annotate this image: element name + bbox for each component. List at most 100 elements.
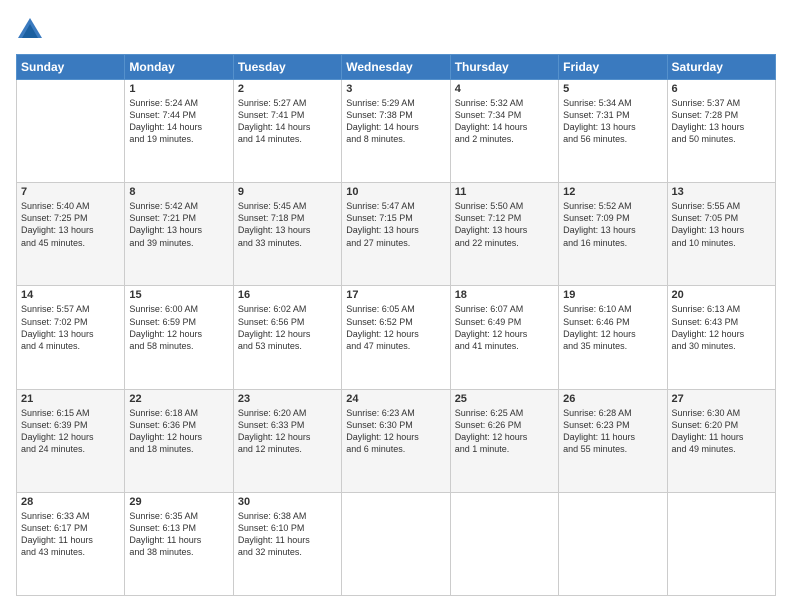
cell-info: Sunrise: 6:23 AMSunset: 6:30 PMDaylight:… — [346, 407, 445, 456]
cell-info: Sunrise: 6:18 AMSunset: 6:36 PMDaylight:… — [129, 407, 228, 456]
day-number: 10 — [346, 186, 445, 198]
calendar-cell: 4 Sunrise: 5:32 AMSunset: 7:34 PMDaylight… — [450, 80, 558, 183]
calendar-table: SundayMondayTuesdayWednesdayThursdayFrid… — [16, 54, 776, 596]
day-number: 11 — [455, 186, 554, 198]
calendar-cell: 30 Sunrise: 6:38 AMSunset: 6:10 PMDayligh… — [233, 492, 341, 595]
calendar-cell — [342, 492, 450, 595]
calendar-cell: 29 Sunrise: 6:35 AMSunset: 6:13 PMDayligh… — [125, 492, 233, 595]
calendar-cell: 10Sunrise: 5:47 AMSunset: 7:15 PMDayligh… — [342, 183, 450, 286]
calendar-cell: 12Sunrise: 5:52 AMSunset: 7:09 PMDayligh… — [559, 183, 667, 286]
day-number: 22 — [129, 393, 228, 405]
day-number: 3 — [346, 83, 445, 95]
week-row-5: 28 Sunrise: 6:33 AMSunset: 6:17 PMDayligh… — [17, 492, 776, 595]
calendar-cell: 3 Sunrise: 5:29 AMSunset: 7:38 PMDaylight… — [342, 80, 450, 183]
cell-info: Sunrise: 5:24 AMSunset: 7:44 PMDaylight:… — [129, 97, 228, 146]
calendar-cell: 20 Sunrise: 6:13 AMSunset: 6:43 PMDayligh… — [667, 286, 775, 389]
calendar-cell: 22 Sunrise: 6:18 AMSunset: 6:36 PMDayligh… — [125, 389, 233, 492]
cell-info: Sunrise: 5:57 AMSunset: 7:02 PMDaylight:… — [21, 303, 120, 352]
day-number: 16 — [238, 289, 337, 301]
day-number: 7 — [21, 186, 120, 198]
day-number: 26 — [563, 393, 662, 405]
cell-info: Sunrise: 6:13 AMSunset: 6:43 PMDaylight:… — [672, 303, 771, 352]
week-row-1: 1 Sunrise: 5:24 AMSunset: 7:44 PMDaylight… — [17, 80, 776, 183]
col-header-monday: Monday — [125, 55, 233, 80]
calendar-cell: 2Sunrise: 5:27 AMSunset: 7:41 PMDaylight… — [233, 80, 341, 183]
day-number: 18 — [455, 289, 554, 301]
calendar-cell: 18 Sunrise: 6:07 AMSunset: 6:49 PMDayligh… — [450, 286, 558, 389]
cell-info: Sunrise: 6:30 AMSunset: 6:20 PMDaylight:… — [672, 407, 771, 456]
cell-info: Sunrise: 6:25 AMSunset: 6:26 PMDaylight:… — [455, 407, 554, 456]
cell-info: Sunrise: 5:34 AMSunset: 7:31 PMDaylight:… — [563, 97, 662, 146]
calendar-cell — [17, 80, 125, 183]
day-number: 29 — [129, 496, 228, 508]
page: SundayMondayTuesdayWednesdayThursdayFrid… — [0, 0, 792, 612]
header — [16, 16, 776, 44]
col-header-tuesday: Tuesday — [233, 55, 341, 80]
day-number: 9 — [238, 186, 337, 198]
day-number: 28 — [21, 496, 120, 508]
calendar-cell: 23 Sunrise: 6:20 AMSunset: 6:33 PMDayligh… — [233, 389, 341, 492]
day-number: 27 — [672, 393, 771, 405]
day-number: 5 — [563, 83, 662, 95]
cell-info: Sunrise: 5:55 AMSunset: 7:05 PMDaylight:… — [672, 200, 771, 249]
logo — [16, 16, 48, 44]
calendar-cell: 13 Sunrise: 5:55 AMSunset: 7:05 PMDayligh… — [667, 183, 775, 286]
calendar-cell: 15 Sunrise: 6:00 AMSunset: 6:59 PMDayligh… — [125, 286, 233, 389]
cell-info: Sunrise: 6:07 AMSunset: 6:49 PMDaylight:… — [455, 303, 554, 352]
cell-info: Sunrise: 6:28 AMSunset: 6:23 PMDaylight:… — [563, 407, 662, 456]
calendar-cell: 24 Sunrise: 6:23 AMSunset: 6:30 PMDayligh… — [342, 389, 450, 492]
cell-info: Sunrise: 5:45 AMSunset: 7:18 PMDaylight:… — [238, 200, 337, 249]
day-number: 4 — [455, 83, 554, 95]
cell-info: Sunrise: 5:40 AMSunset: 7:25 PMDaylight:… — [21, 200, 120, 249]
calendar-cell: 11 Sunrise: 5:50 AMSunset: 7:12 PMDayligh… — [450, 183, 558, 286]
cell-info: Sunrise: 6:35 AMSunset: 6:13 PMDaylight:… — [129, 510, 228, 559]
calendar-cell: 6 Sunrise: 5:37 AMSunset: 7:28 PMDaylight… — [667, 80, 775, 183]
cell-info: Sunrise: 5:50 AMSunset: 7:12 PMDaylight:… — [455, 200, 554, 249]
col-header-saturday: Saturday — [667, 55, 775, 80]
cell-info: Sunrise: 5:32 AMSunset: 7:34 PMDaylight:… — [455, 97, 554, 146]
col-header-thursday: Thursday — [450, 55, 558, 80]
calendar-cell: 14Sunrise: 5:57 AMSunset: 7:02 PMDayligh… — [17, 286, 125, 389]
day-number: 6 — [672, 83, 771, 95]
logo-icon — [16, 16, 44, 44]
day-number: 13 — [672, 186, 771, 198]
calendar-cell: 5 Sunrise: 5:34 AMSunset: 7:31 PMDaylight… — [559, 80, 667, 183]
calendar-cell: 25Sunrise: 6:25 AMSunset: 6:26 PMDayligh… — [450, 389, 558, 492]
cell-info: Sunrise: 6:20 AMSunset: 6:33 PMDaylight:… — [238, 407, 337, 456]
calendar-cell: 9 Sunrise: 5:45 AMSunset: 7:18 PMDaylight… — [233, 183, 341, 286]
day-number: 20 — [672, 289, 771, 301]
calendar-cell: 27 Sunrise: 6:30 AMSunset: 6:20 PMDayligh… — [667, 389, 775, 492]
cell-info: Sunrise: 6:10 AMSunset: 6:46 PMDaylight:… — [563, 303, 662, 352]
col-header-friday: Friday — [559, 55, 667, 80]
cell-info: Sunrise: 6:38 AMSunset: 6:10 PMDaylight:… — [238, 510, 337, 559]
cell-info: Sunrise: 6:00 AMSunset: 6:59 PMDaylight:… — [129, 303, 228, 352]
calendar-cell: 19 Sunrise: 6:10 AMSunset: 6:46 PMDayligh… — [559, 286, 667, 389]
day-number: 21 — [21, 393, 120, 405]
calendar-cell: 21 Sunrise: 6:15 AMSunset: 6:39 PMDayligh… — [17, 389, 125, 492]
day-number: 15 — [129, 289, 228, 301]
calendar-cell: 8Sunrise: 5:42 AMSunset: 7:21 PMDaylight… — [125, 183, 233, 286]
cell-info: Sunrise: 6:15 AMSunset: 6:39 PMDaylight:… — [21, 407, 120, 456]
day-number: 23 — [238, 393, 337, 405]
calendar-cell: 16Sunrise: 6:02 AMSunset: 6:56 PMDayligh… — [233, 286, 341, 389]
day-number: 8 — [129, 186, 228, 198]
calendar-cell: 17 Sunrise: 6:05 AMSunset: 6:52 PMDayligh… — [342, 286, 450, 389]
day-number: 24 — [346, 393, 445, 405]
calendar-cell: 1 Sunrise: 5:24 AMSunset: 7:44 PMDaylight… — [125, 80, 233, 183]
day-number: 19 — [563, 289, 662, 301]
day-number: 1 — [129, 83, 228, 95]
calendar-header-row: SundayMondayTuesdayWednesdayThursdayFrid… — [17, 55, 776, 80]
cell-info: Sunrise: 5:37 AMSunset: 7:28 PMDaylight:… — [672, 97, 771, 146]
col-header-wednesday: Wednesday — [342, 55, 450, 80]
week-row-4: 21 Sunrise: 6:15 AMSunset: 6:39 PMDayligh… — [17, 389, 776, 492]
calendar-cell — [450, 492, 558, 595]
week-row-2: 7 Sunrise: 5:40 AMSunset: 7:25 PMDaylight… — [17, 183, 776, 286]
day-number: 17 — [346, 289, 445, 301]
calendar-cell — [559, 492, 667, 595]
calendar-cell — [667, 492, 775, 595]
day-number: 12 — [563, 186, 662, 198]
day-number: 30 — [238, 496, 337, 508]
cell-info: Sunrise: 6:05 AMSunset: 6:52 PMDaylight:… — [346, 303, 445, 352]
cell-info: Sunrise: 6:33 AMSunset: 6:17 PMDaylight:… — [21, 510, 120, 559]
cell-info: Sunrise: 5:29 AMSunset: 7:38 PMDaylight:… — [346, 97, 445, 146]
